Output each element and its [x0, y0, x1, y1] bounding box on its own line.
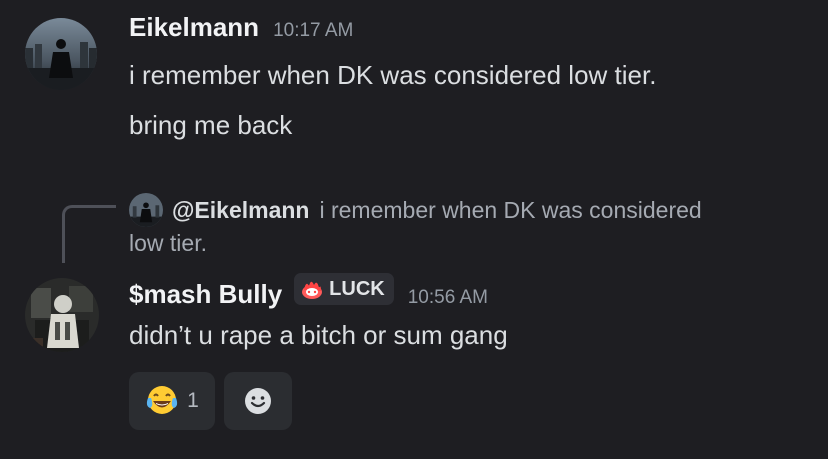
reply-spine — [62, 205, 116, 263]
role-label: LUCK — [329, 277, 385, 300]
flame-icon — [302, 281, 323, 299]
avatar-mash-bully[interactable] — [25, 278, 99, 352]
smiley-add-reaction-icon — [245, 388, 271, 414]
timestamp[interactable]: 10:56 AM — [408, 287, 488, 309]
username[interactable]: Eikelmann — [129, 12, 259, 43]
message-header: $mash Bully LUCK 10:56 AM — [129, 273, 488, 310]
message-text: bring me back — [129, 110, 293, 140]
reply-preview[interactable]: @Eikelmann i remember when DK was consid… — [129, 193, 702, 227]
reply-avatar-image — [129, 193, 163, 227]
avatar-image — [25, 278, 99, 352]
message-header: Eikelmann 10:17 AM — [129, 12, 353, 43]
message-text: didn’t u rape a bitch or sum gang — [129, 320, 508, 350]
laughing-tears-emoji-icon — [147, 386, 178, 414]
role-badge[interactable]: LUCK — [294, 273, 394, 305]
message-text: i remember when DK was considered low ti… — [129, 60, 657, 90]
add-reaction-button[interactable] — [224, 372, 292, 430]
reply-preview-text[interactable]: low tier. — [129, 230, 207, 257]
reply-avatar[interactable] — [129, 193, 163, 227]
reaction-laughing[interactable]: 1 — [129, 372, 215, 430]
reaction-count: 1 — [187, 389, 199, 412]
username[interactable]: $mash Bully — [129, 279, 282, 310]
reply-preview-text[interactable]: i remember when DK was considered — [319, 197, 701, 224]
reply-mention[interactable]: @Eikelmann — [172, 197, 309, 224]
avatar-image — [25, 18, 97, 90]
avatar-eikelmann[interactable] — [25, 18, 97, 90]
timestamp[interactable]: 10:17 AM — [273, 20, 353, 42]
chat-view: Eikelmann 10:17 AM i remember when DK wa… — [0, 0, 828, 459]
